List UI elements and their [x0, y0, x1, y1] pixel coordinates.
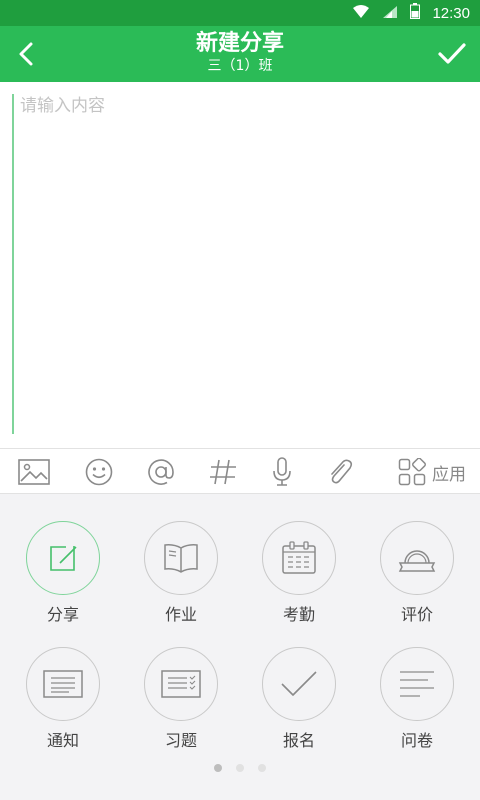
app-label: 报名 — [282, 731, 315, 750]
editor-area — [0, 82, 480, 448]
book-icon — [164, 544, 198, 573]
attachment-icon — [331, 459, 353, 484]
submit-button[interactable] — [432, 34, 472, 74]
page-dot[interactable] — [214, 764, 222, 772]
app-label: 作业 — [164, 605, 197, 624]
content-input[interactable] — [12, 94, 470, 434]
app-label: 考勤 — [282, 605, 315, 624]
app-signup[interactable]: 报名 — [244, 647, 354, 751]
signal-icon — [382, 4, 398, 23]
app-label: 通知 — [46, 731, 79, 750]
app-label: 习题 — [164, 731, 197, 750]
chevron-left-icon — [19, 42, 33, 66]
page-dot[interactable] — [258, 764, 266, 772]
hashtag-icon — [210, 459, 236, 485]
mention-button[interactable] — [143, 455, 179, 489]
battery-icon — [410, 3, 421, 23]
microphone-icon — [273, 457, 291, 486]
check-icon — [281, 671, 317, 696]
app-evaluation[interactable]: 评价 — [362, 521, 472, 625]
app-survey[interactable]: 问卷 — [362, 647, 472, 751]
status-time: 12:30 — [432, 4, 470, 22]
topic-button[interactable] — [205, 455, 241, 489]
apps-button[interactable]: 应用 — [398, 455, 466, 489]
page-dot[interactable] — [236, 764, 244, 772]
title-block: 新建分享 三（1）班 — [100, 30, 380, 74]
compose-toolbar: 应用 — [0, 448, 480, 494]
attachment-button[interactable] — [322, 455, 358, 489]
apps-label: 应用 — [432, 464, 466, 485]
calendar-icon — [282, 541, 316, 574]
insert-image-button[interactable] — [16, 455, 52, 489]
app-label: 问卷 — [400, 731, 433, 750]
app-label: 评价 — [400, 605, 433, 624]
app-homework[interactable]: 作业 — [126, 521, 236, 625]
insert-emoji-button[interactable] — [81, 455, 117, 489]
app-exercise[interactable]: 习题 — [126, 647, 236, 751]
wifi-icon — [352, 4, 370, 23]
badge-icon — [398, 550, 436, 572]
page-indicator — [0, 764, 480, 772]
status-bar: 12:30 — [0, 0, 480, 26]
app-share[interactable]: 分享 — [8, 521, 118, 625]
app-attendance[interactable]: 考勤 — [244, 521, 354, 625]
app-label: 分享 — [46, 605, 79, 624]
apps-grid-icon — [398, 458, 426, 486]
back-button[interactable] — [6, 34, 46, 74]
checkmark-icon — [438, 43, 466, 64]
app-notice[interactable]: 通知 — [8, 647, 118, 751]
share-edit-icon — [50, 546, 77, 571]
at-icon — [148, 459, 174, 485]
emoji-icon — [85, 458, 113, 486]
page-title: 新建分享 — [195, 31, 284, 56]
exercise-icon — [161, 670, 201, 698]
notice-icon — [43, 670, 83, 698]
survey-icon — [400, 671, 434, 697]
image-icon — [18, 459, 50, 485]
status-icons: 12:30 — [352, 0, 470, 26]
title-bar: 新建分享 三（1）班 — [0, 26, 480, 82]
voice-button[interactable] — [264, 455, 300, 489]
page-subtitle: 三（1）班 — [207, 58, 273, 74]
apps-panel: 分享 作业 考勤 评价 通知 习题 报名 问卷 — [0, 494, 480, 800]
